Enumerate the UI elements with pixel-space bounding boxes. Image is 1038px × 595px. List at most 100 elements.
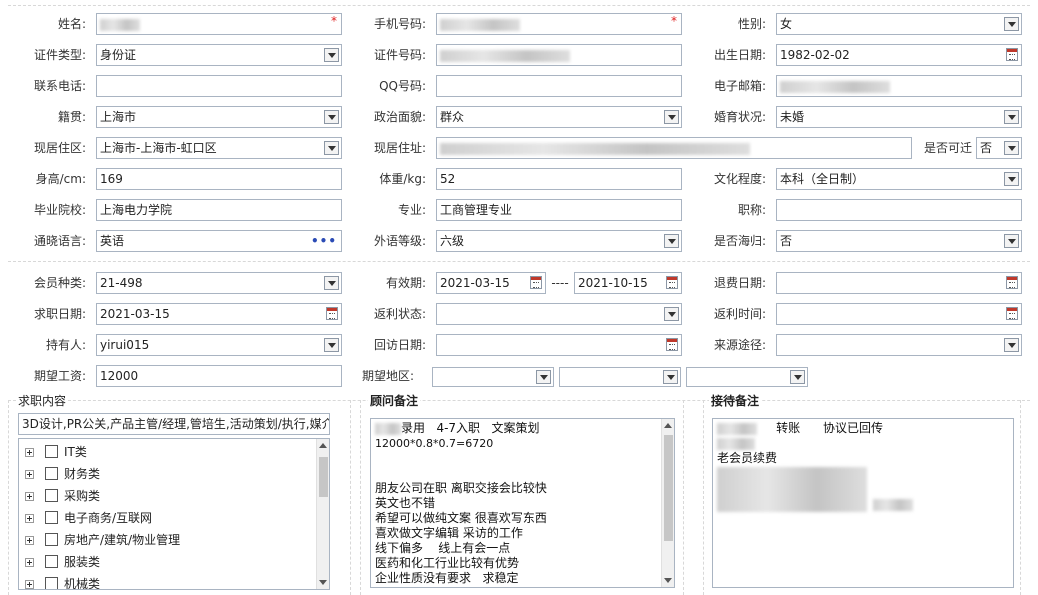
scroll-up-icon[interactable] [664,423,672,428]
overseas-select[interactable]: 否 [776,230,1022,252]
language-input[interactable]: 英语 ••• [96,230,342,252]
redacted-text [717,422,757,435]
scroll-thumb[interactable] [319,457,328,497]
expand-icon[interactable] [25,580,34,589]
name-input[interactable]: * [96,13,342,35]
scroll-down-icon[interactable] [319,580,327,585]
calendar-icon[interactable] [1006,48,1018,61]
salary-input[interactable]: 12000 [96,365,342,387]
idtype-select[interactable]: 身份证 [96,44,342,66]
holder-select[interactable]: yirui015 [96,334,342,356]
chevron-down-icon[interactable] [324,141,339,155]
member-type-select[interactable]: 21-498 [96,272,342,294]
checkbox[interactable] [45,555,58,568]
school-input[interactable]: 上海电力学院 [96,199,342,221]
political-value: 群众 [440,110,465,124]
more-options-icon[interactable]: ••• [311,231,337,251]
major-input[interactable]: 工商管理专业 [436,199,682,221]
advisor-note-line: 喜欢做文字编辑 采访的工作 [375,526,523,540]
chevron-down-icon[interactable] [1004,110,1019,124]
relocate-select[interactable]: 否 [976,137,1022,159]
chevron-down-icon[interactable] [664,307,679,321]
advisor-notes-textarea[interactable]: 录用 4-7入职 文案策划 12000*0.8*0.7=6720 朋友公司在职 … [370,418,675,588]
foreign-select[interactable]: 六级 [436,230,682,252]
calendar-icon[interactable] [1006,276,1018,289]
expand-icon[interactable] [25,448,34,457]
jobdate-input[interactable]: 2021-03-15 [96,303,342,325]
chevron-down-icon[interactable] [1004,172,1019,186]
birth-date-input[interactable]: 1982-02-02 [776,44,1022,66]
expand-icon[interactable] [25,558,34,567]
tree-scrollbar[interactable] [316,439,329,589]
chevron-down-icon[interactable] [536,370,551,384]
education-value: 本科（全日制） [780,172,865,186]
valid-from-input[interactable]: 2021-03-15 [436,272,546,294]
checkbox[interactable] [45,533,58,546]
expand-icon[interactable] [25,492,34,501]
scroll-down-icon[interactable] [664,578,672,583]
chevron-down-icon[interactable] [1004,17,1019,31]
chevron-down-icon[interactable] [324,110,339,124]
job-content-title: 求职内容 [16,394,69,408]
phone-input[interactable]: * [436,13,682,35]
chevron-down-icon[interactable] [663,370,678,384]
reception-note-line [873,497,913,512]
gender-select[interactable]: 女 [776,13,1022,35]
calendar-icon[interactable] [666,276,678,289]
area-district-select[interactable] [686,367,808,387]
height-input[interactable]: 169 [96,168,342,190]
visit-date-input[interactable] [436,334,682,356]
refund-date-input[interactable] [776,272,1022,294]
rebate-time-label: 返利时间: [713,307,766,321]
idno-input[interactable] [436,44,682,66]
job-category-tree[interactable]: IT类 财务类 采购类 电子商务/互联网 房地产/建筑/物业管理 服装类 机械类 [18,438,330,590]
divider [8,5,1030,6]
chevron-down-icon[interactable] [324,48,339,62]
address-input[interactable] [436,137,912,159]
marital-select[interactable]: 未婚 [776,106,1022,128]
chevron-down-icon[interactable] [664,110,679,124]
source-select[interactable] [776,334,1022,356]
calendar-icon[interactable] [666,338,678,351]
education-select[interactable]: 本科（全日制） [776,168,1022,190]
scroll-up-icon[interactable] [319,443,327,448]
chevron-down-icon[interactable] [1004,141,1019,155]
contact-input[interactable] [96,75,342,97]
calendar-icon[interactable] [1006,307,1018,320]
area-province-select[interactable] [432,367,554,387]
checkbox[interactable] [45,445,58,458]
area-city-select[interactable] [559,367,681,387]
chevron-down-icon[interactable] [664,234,679,248]
checkbox[interactable] [45,489,58,502]
email-input[interactable] [776,75,1022,97]
district-select[interactable]: 上海市-上海市-虹口区 [96,137,342,159]
calendar-icon[interactable] [326,307,338,320]
calendar-icon[interactable] [530,276,542,289]
rebate-state-select[interactable] [436,303,682,325]
political-select[interactable]: 群众 [436,106,682,128]
rebate-time-input[interactable] [776,303,1022,325]
reception-notes-title: 接待备注 [709,394,762,408]
source-label: 来源途径: [713,338,766,352]
scroll-thumb[interactable] [664,435,673,541]
chevron-down-icon[interactable] [1004,234,1019,248]
valid-to-input[interactable]: 2021-10-15 [574,272,682,294]
political-label: 政治面貌: [373,110,426,124]
chevron-down-icon[interactable] [324,276,339,290]
job-selected-input[interactable]: 3D设计,PR公关,产品主管/经理,管培生,活动策划/执行,媒介 [18,413,330,435]
checkbox[interactable] [45,511,58,524]
chevron-down-icon[interactable] [324,338,339,352]
chevron-down-icon[interactable] [1004,338,1019,352]
chevron-down-icon[interactable] [790,370,805,384]
expand-icon[interactable] [25,470,34,479]
expand-icon[interactable] [25,514,34,523]
title-input[interactable] [776,199,1022,221]
reception-notes-textarea[interactable]: 转账 协议已回传 老会员续费 [712,418,1014,588]
native-select[interactable]: 上海市 [96,106,342,128]
checkbox[interactable] [45,467,58,480]
qq-input[interactable] [436,75,682,97]
weight-input[interactable]: 52 [436,168,682,190]
expand-icon[interactable] [25,536,34,545]
advisor-notes-scrollbar[interactable] [661,419,674,587]
checkbox[interactable] [45,577,58,589]
